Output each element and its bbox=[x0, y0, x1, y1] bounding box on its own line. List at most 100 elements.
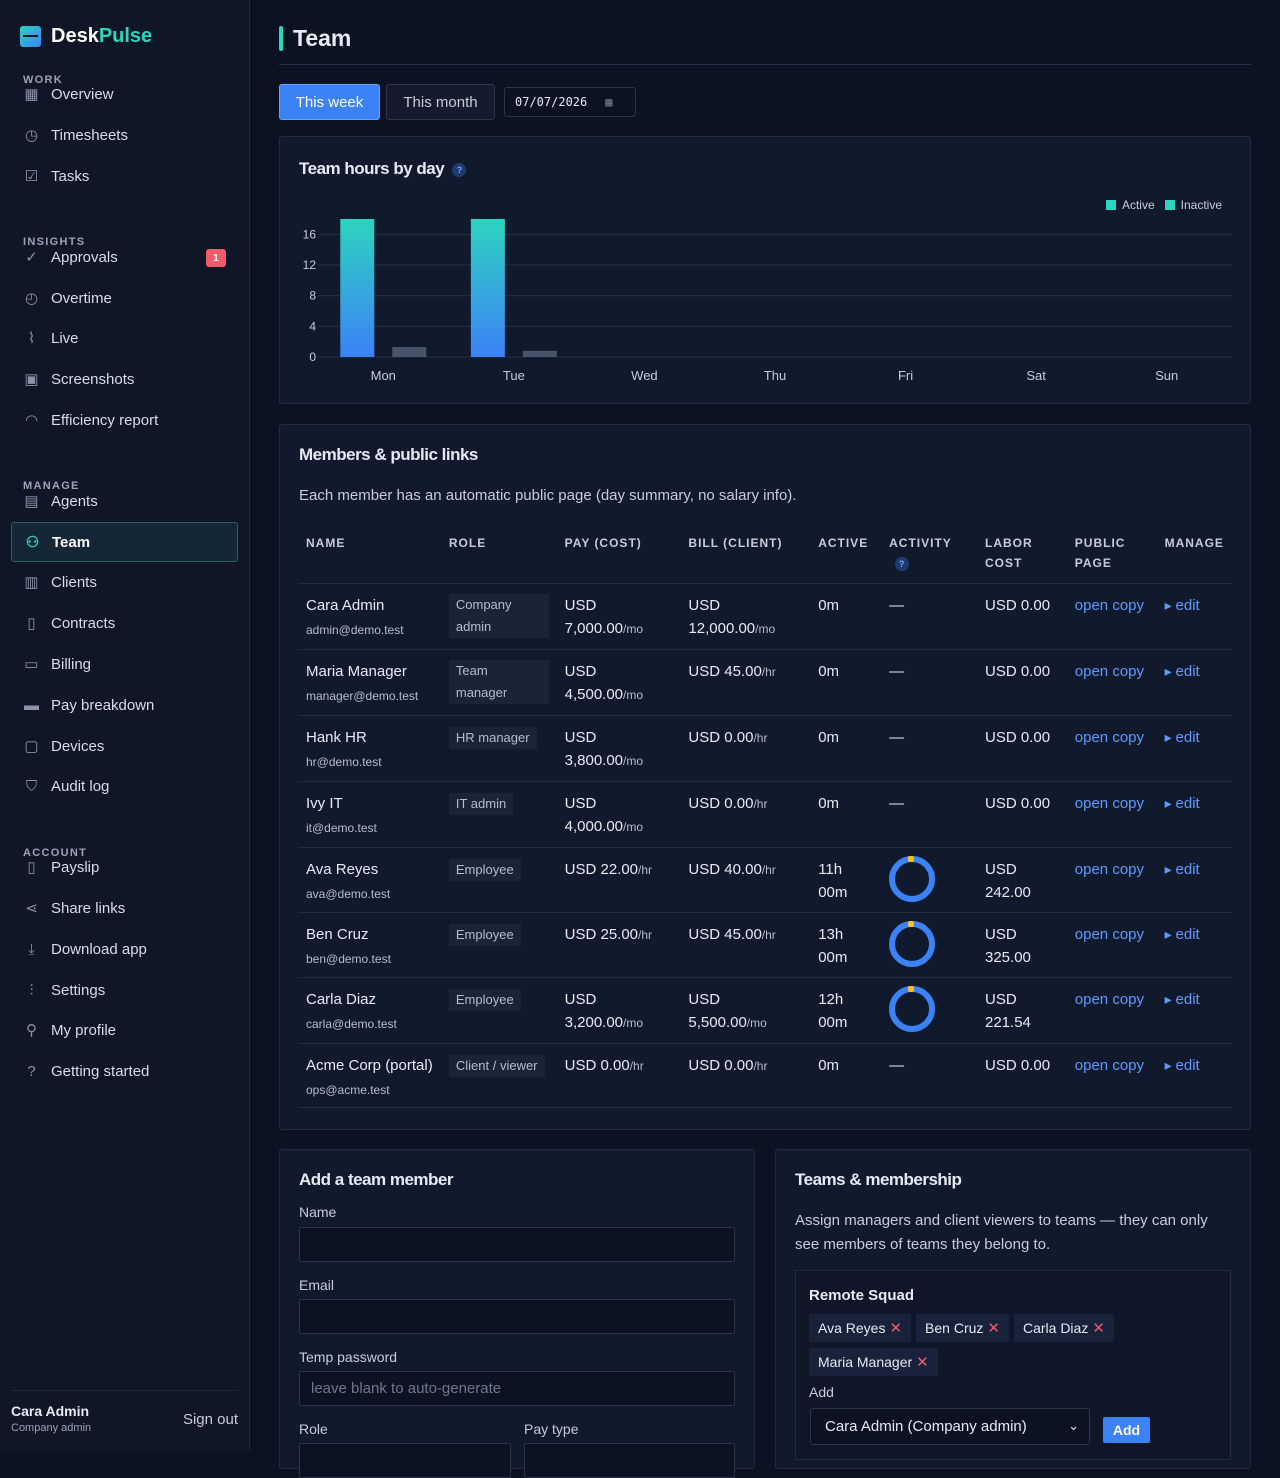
sidebar-item-my-profile[interactable]: ⚲ My profile bbox=[11, 1010, 238, 1050]
open-link[interactable]: open bbox=[1075, 926, 1108, 943]
team-name: Remote Squad bbox=[809, 1287, 915, 1304]
y-tick-label: 0 bbox=[309, 350, 316, 364]
edit-button[interactable]: edit bbox=[1165, 926, 1200, 943]
sidebar-item-getting-started[interactable]: ? Getting started bbox=[11, 1051, 238, 1091]
remove-member-icon[interactable]: ✕ bbox=[987, 1319, 1000, 1337]
edit-button[interactable]: edit bbox=[1165, 991, 1200, 1008]
copy-link[interactable]: copy bbox=[1112, 861, 1144, 878]
copy-link[interactable]: copy bbox=[1112, 795, 1144, 812]
sidebar-item-efficiency-report[interactable]: ◠ Efficiency report bbox=[11, 400, 238, 440]
sidebar-item-timesheets[interactable]: ◷ Timesheets bbox=[11, 115, 238, 155]
copy-link[interactable]: copy bbox=[1112, 926, 1144, 943]
column-header: ACTIVE bbox=[810, 521, 882, 584]
manage-cell: edit bbox=[1156, 715, 1232, 782]
help-icon[interactable]: ? bbox=[895, 556, 910, 571]
copy-link[interactable]: copy bbox=[1112, 1057, 1144, 1074]
public-page-cell: open copy bbox=[1066, 583, 1157, 650]
bill-value: USD 5,500.00 bbox=[688, 991, 747, 1031]
edit-button[interactable]: edit bbox=[1165, 597, 1200, 614]
role-cell: Employee bbox=[440, 847, 557, 913]
sidebar-item-label: Devices bbox=[51, 737, 105, 755]
edit-button[interactable]: edit bbox=[1165, 795, 1200, 812]
open-link[interactable]: open bbox=[1075, 861, 1108, 878]
column-header-label: ACTIVITY bbox=[889, 536, 952, 550]
column-header: ACTIVITY? bbox=[881, 521, 977, 584]
role-select[interactable] bbox=[299, 1443, 511, 1478]
pay-type-select[interactable] bbox=[524, 1443, 735, 1478]
open-link[interactable]: open bbox=[1075, 663, 1108, 680]
temp-password-input[interactable]: leave blank to auto-generate bbox=[299, 1371, 735, 1406]
remove-member-icon[interactable]: ✕ bbox=[1092, 1319, 1105, 1337]
copy-link[interactable]: copy bbox=[1112, 597, 1144, 614]
public-page-cell: open copy bbox=[1066, 649, 1157, 716]
member-name-cell: Ava Reyes ava@demo.test bbox=[298, 847, 441, 913]
sidebar-item-label: Live bbox=[51, 329, 79, 347]
member-email: manager@demo.test bbox=[306, 689, 419, 703]
edit-button[interactable]: edit bbox=[1165, 729, 1200, 746]
sidebar-item-overtime[interactable]: ◴ Overtime bbox=[11, 278, 238, 318]
sidebar-item-label: Approvals bbox=[51, 248, 118, 266]
members-table: NAME ROLE PAY (COST) BILL (CLIENT) ACTIVE ACT… bbox=[298, 521, 1232, 1108]
name-input[interactable] bbox=[299, 1227, 735, 1262]
sidebar-item-pay-breakdown[interactable]: ▬ Pay breakdown bbox=[11, 685, 238, 725]
table-row: Maria Manager manager@demo.test Team mana… bbox=[298, 649, 1232, 716]
sidebar-item-settings[interactable]: ⫶ Settings bbox=[11, 970, 238, 1010]
add-to-team-button[interactable]: Add bbox=[1103, 1417, 1150, 1443]
sidebar-item-tasks[interactable]: ☑ Tasks bbox=[11, 156, 238, 196]
member-name: Cara Admin bbox=[306, 597, 385, 614]
edit-button[interactable]: edit bbox=[1165, 861, 1200, 878]
sidebar-item-audit-log[interactable]: ⛉ Audit log bbox=[11, 766, 238, 806]
bill-cell: USD 40.00/hr bbox=[680, 847, 811, 913]
clock-icon: ◷ bbox=[24, 127, 39, 144]
bar-chart: 0 4 8 12 16 Mon Tue Wed Thu Fri Sat Sun bbox=[303, 219, 1232, 383]
bill-cell: USD 0.00/hr bbox=[680, 715, 811, 782]
sidebar-item-share-links[interactable]: ⋖ Share links bbox=[11, 888, 238, 928]
labor-cost-value: USD 0.00 bbox=[985, 795, 1051, 812]
active-cell: 11h 00m bbox=[810, 847, 882, 913]
calendar-icon[interactable]: ▦ bbox=[605, 95, 612, 109]
email-input[interactable] bbox=[299, 1299, 735, 1334]
bill-value: USD 45.00 bbox=[688, 663, 762, 680]
open-link[interactable]: open bbox=[1075, 1057, 1108, 1074]
sidebar-item-team[interactable]: ⚇ Team bbox=[11, 522, 238, 562]
sidebar-item-billing[interactable]: ▭ Billing bbox=[11, 644, 238, 684]
active-cell: 0m bbox=[810, 583, 882, 650]
app-name-part1: Desk bbox=[51, 25, 99, 47]
sidebar-item-agents[interactable]: ▤ Agents bbox=[11, 481, 238, 521]
open-link[interactable]: open bbox=[1075, 729, 1108, 746]
date-picker[interactable]: 07/07/2026 ▦ bbox=[504, 87, 636, 117]
public-page-cell: open copy bbox=[1066, 912, 1157, 978]
members-title: Members & public links bbox=[299, 445, 478, 464]
open-link[interactable]: open bbox=[1075, 597, 1108, 614]
sidebar-item-payslip[interactable]: ▯ Payslip bbox=[11, 847, 238, 887]
sidebar-item-overview[interactable]: ▦ Overview bbox=[11, 74, 238, 114]
remove-member-icon[interactable]: ✕ bbox=[889, 1319, 902, 1337]
sidebar-item-live[interactable]: ⌇ Live bbox=[11, 318, 238, 358]
app-logo[interactable]: DeskPulse bbox=[20, 25, 152, 48]
copy-link[interactable]: copy bbox=[1112, 663, 1144, 680]
this-month-button[interactable]: This month bbox=[386, 84, 495, 120]
sidebar-item-screenshots[interactable]: ▣ Screenshots bbox=[11, 359, 238, 399]
remove-member-icon[interactable]: ✕ bbox=[916, 1353, 929, 1371]
sidebar-item-approvals[interactable]: ✓ Approvals 1 bbox=[11, 237, 238, 277]
this-week-button[interactable]: This week bbox=[279, 84, 380, 120]
bill-value: USD 0.00 bbox=[688, 1057, 754, 1074]
open-link[interactable]: open bbox=[1075, 795, 1108, 812]
open-link[interactable]: open bbox=[1075, 991, 1108, 1008]
copy-link[interactable]: copy bbox=[1112, 991, 1144, 1008]
team-members: Ava Reyes ✕ Ben Cruz ✕ Carla Diaz ✕ Maria Mana… bbox=[809, 1314, 1209, 1382]
bill-unit: /hr bbox=[753, 1059, 768, 1073]
sidebar-item-clients[interactable]: ▥ Clients bbox=[11, 562, 238, 602]
y-tick-label: 16 bbox=[303, 227, 317, 241]
edit-button[interactable]: edit bbox=[1165, 1057, 1200, 1074]
sidebar-item-contracts[interactable]: ▯ Contracts bbox=[11, 603, 238, 643]
copy-link[interactable]: copy bbox=[1112, 729, 1144, 746]
sidebar-item-download-app[interactable]: ⤓ Download app bbox=[11, 929, 238, 969]
name-label: Name bbox=[299, 1204, 337, 1220]
edit-button[interactable]: edit bbox=[1165, 663, 1200, 680]
team-member-select[interactable]: Cara Admin (Company admin) ⌄ bbox=[810, 1408, 1090, 1445]
sign-out-button[interactable]: Sign out bbox=[183, 1411, 238, 1428]
bill-value: USD 0.00 bbox=[688, 729, 754, 746]
bill-cell: USD 0.00/hr bbox=[680, 781, 811, 848]
sidebar-item-devices[interactable]: ▢ Devices bbox=[11, 726, 238, 766]
